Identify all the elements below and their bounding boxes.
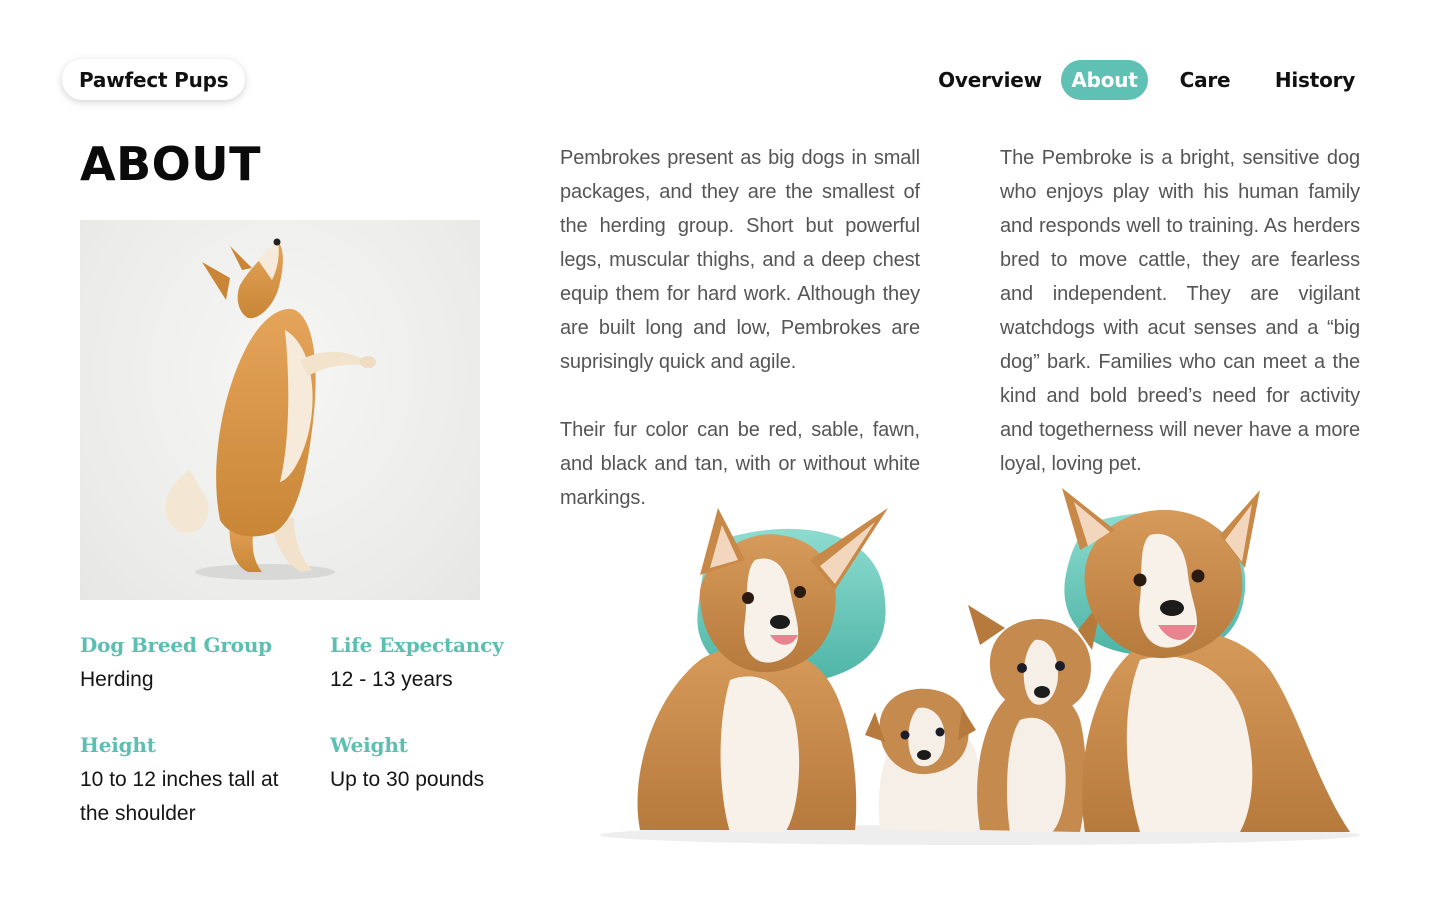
fact-value: 12 - 13 years (330, 668, 453, 691)
fact-height: Height 10 to 12 inches tall at the shoul… (80, 733, 300, 831)
fact-label: Height (80, 733, 156, 757)
jumping-corgi-photo (80, 220, 480, 600)
fact-value: 10 to 12 inches tall at the shoulder (80, 768, 279, 825)
fact-label: Dog Breed Group (80, 633, 272, 657)
nav-item-care[interactable]: Care (1172, 60, 1238, 100)
about-column-2: The Pembroke is a bright, sensitive dog … (1000, 141, 1360, 481)
fact-life-expectancy: Life Expectancy 12 - 13 years (330, 633, 504, 697)
fact-weight: Weight Up to 30 pounds (330, 733, 484, 797)
fact-value: Herding (80, 668, 154, 691)
top-nav: Overview About Care History (0, 60, 1440, 100)
paragraph: Pembrokes present as big dogs in small p… (560, 147, 920, 373)
paragraph: The Pembroke is a bright, sensitive dog … (1000, 147, 1360, 475)
fact-label: Weight (330, 733, 408, 757)
page-title: ABOUT (80, 137, 261, 191)
nav-item-overview[interactable]: Overview (936, 60, 1044, 100)
corgi-family-photo (580, 480, 1380, 860)
nav-item-about[interactable]: About (1061, 60, 1148, 100)
fact-value: Up to 30 pounds (330, 768, 485, 791)
fact-label: Life Expectancy (330, 633, 504, 657)
about-column-1: Pembrokes present as big dogs in small p… (560, 141, 920, 515)
fact-breed-group: Dog Breed Group Herding (80, 633, 272, 697)
nav-item-history[interactable]: History (1268, 60, 1362, 100)
about-page: Pawfect Pups Overview About Care History… (0, 0, 1440, 900)
